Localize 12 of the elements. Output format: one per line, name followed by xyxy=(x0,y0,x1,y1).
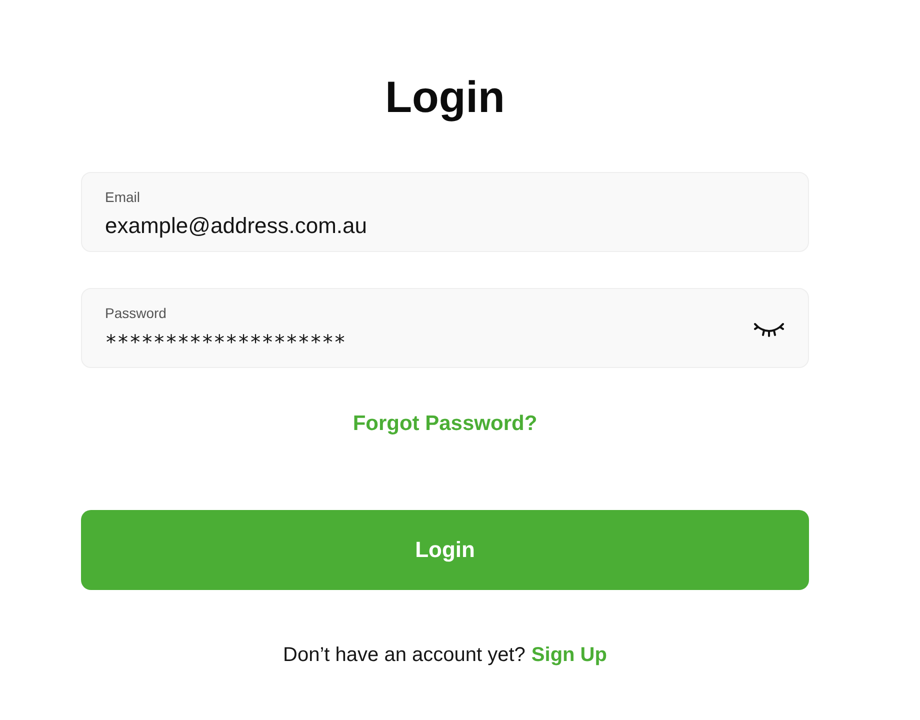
page-title: Login xyxy=(385,72,505,124)
field-label: Password xyxy=(105,304,166,322)
signup-prompt: Don’t have an account yet? xyxy=(283,643,526,668)
forgot-password-link[interactable]: Forgot Password? xyxy=(352,410,538,438)
input-field[interactable]: Email example@address.com.au xyxy=(81,172,809,252)
sign-up-link[interactable]: Sign Up xyxy=(531,641,607,669)
input-field[interactable]: Password ******************** xyxy=(81,288,809,368)
field-value: ******************** xyxy=(105,329,346,356)
field-label: Email xyxy=(105,188,140,206)
closed-eye-icon[interactable] xyxy=(754,322,784,338)
field-value: example@address.com.au xyxy=(105,212,368,240)
login-button[interactable]: Login xyxy=(81,510,809,590)
